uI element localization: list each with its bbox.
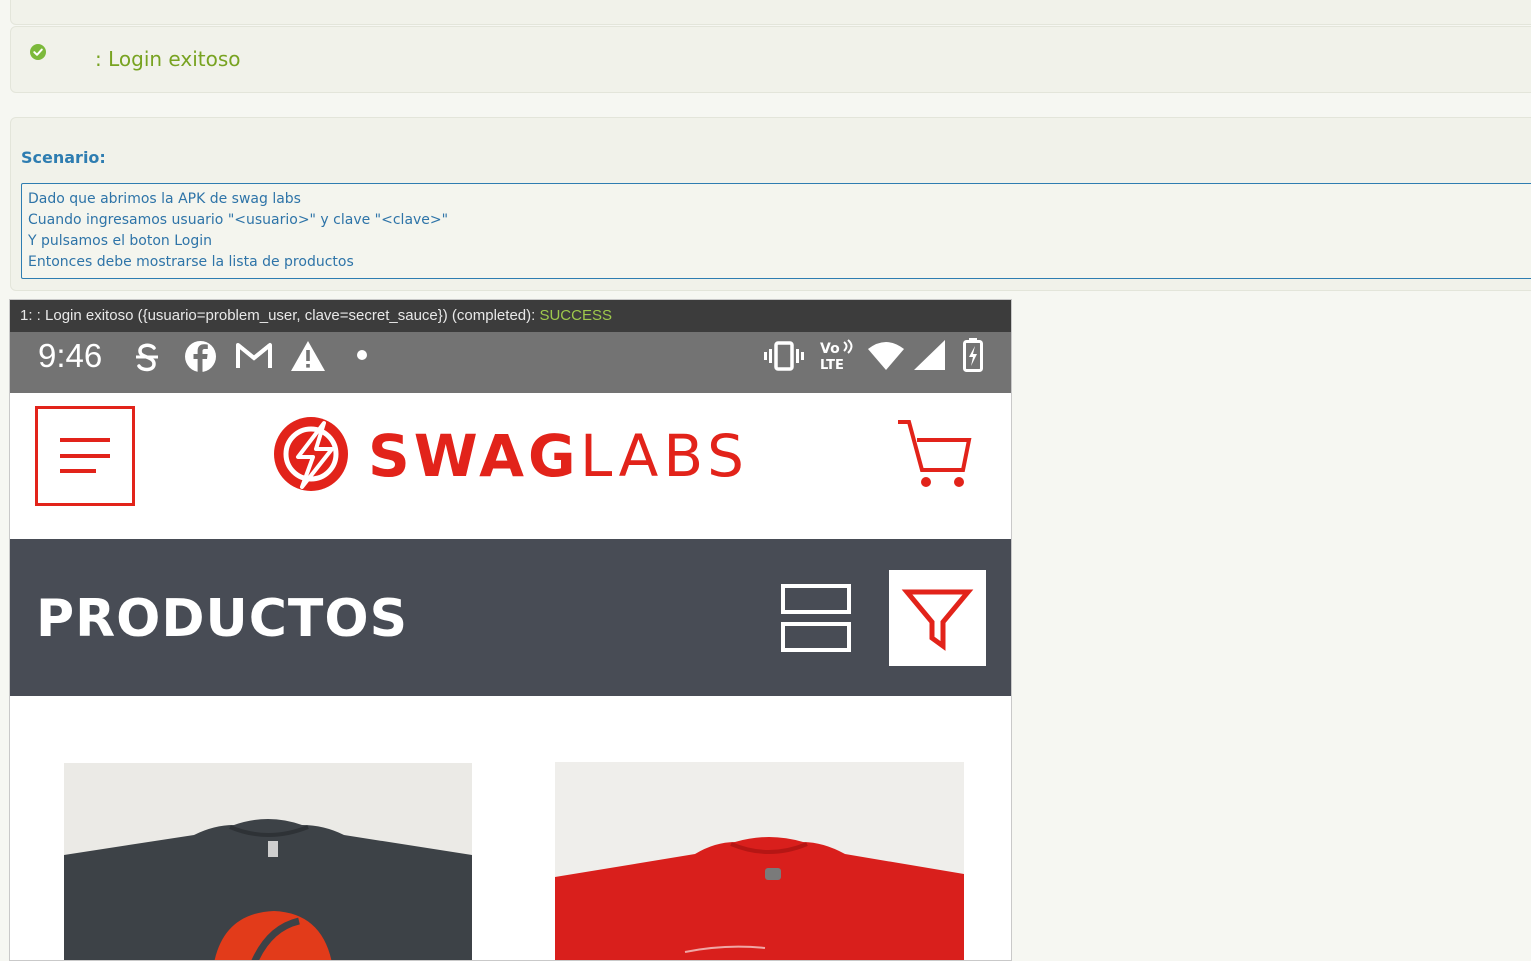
swaglabs-logo: SWAG LABS xyxy=(274,417,749,491)
result-title: : Login exitoso xyxy=(95,47,241,71)
previous-panel xyxy=(10,0,1531,25)
step-line: Cuando ingresamos usuario "<usuario>" y … xyxy=(28,212,449,228)
svg-text:Vo: Vo xyxy=(820,341,840,357)
page-title: PRODUCTOS xyxy=(36,589,409,649)
svg-text:SWAG: SWAG xyxy=(368,422,580,490)
caption-text: 1: : Login exitoso ({usuario=problem_use… xyxy=(20,307,540,324)
screenshot-frame: 1: : Login exitoso ({usuario=problem_use… xyxy=(9,299,1012,961)
facebook-icon xyxy=(185,341,216,373)
svg-text:LABS: LABS xyxy=(580,422,749,490)
strikethrough-s-icon xyxy=(136,343,158,372)
step-line: Y pulsamos el boton Login xyxy=(28,233,213,249)
wifi-icon xyxy=(868,342,904,370)
product-grid xyxy=(10,696,1011,960)
filter-button[interactable] xyxy=(889,570,986,666)
clock: 9:46 xyxy=(38,337,103,374)
cart-icon[interactable] xyxy=(895,418,973,488)
product-image-red-tshirt[interactable] xyxy=(555,762,964,960)
layout-toggle-icon[interactable] xyxy=(781,584,851,652)
android-status-bar: 9:46 Vo LTE xyxy=(10,332,1011,393)
scenario-label: Scenario: xyxy=(21,148,106,167)
scenario-steps: Dado que abrimos la APK de swag labs Cua… xyxy=(21,183,1531,279)
caption-status: SUCCESS xyxy=(539,307,612,324)
filter-icon xyxy=(901,589,974,651)
products-header: PRODUCTOS xyxy=(10,539,1011,696)
dot-icon xyxy=(357,350,367,360)
volte-icon: Vo LTE xyxy=(820,339,853,372)
gmail-icon xyxy=(236,343,272,368)
success-check-icon xyxy=(30,44,46,60)
app-header: SWAG LABS xyxy=(10,393,1011,539)
vibrate-icon xyxy=(764,341,804,371)
warning-icon xyxy=(291,341,325,371)
product-image-dark-tshirt[interactable] xyxy=(64,763,472,960)
step-line: Entonces debe mostrarse la lista de prod… xyxy=(28,254,354,270)
battery-charging-icon xyxy=(963,338,983,372)
step-line: Dado que abrimos la APK de swag labs xyxy=(28,191,301,207)
screenshot-caption: 1: : Login exitoso ({usuario=problem_use… xyxy=(10,300,1011,332)
svg-text:LTE: LTE xyxy=(820,358,844,372)
signal-icon xyxy=(914,340,945,370)
result-panel: : Login exitoso xyxy=(10,26,1531,93)
scenario-panel: Scenario: Dado que abrimos la APK de swa… xyxy=(10,117,1531,291)
hamburger-icon xyxy=(60,438,110,473)
menu-button[interactable] xyxy=(35,406,135,506)
